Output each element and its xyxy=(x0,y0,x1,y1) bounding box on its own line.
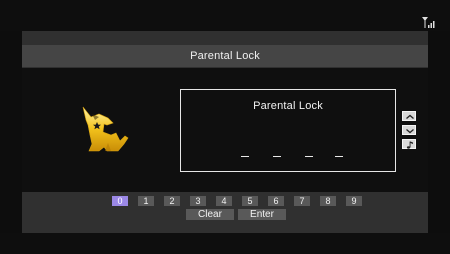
digit-key-5[interactable]: 5 xyxy=(242,196,258,206)
digit-key-1[interactable]: 1 xyxy=(138,196,154,206)
bottom-footer xyxy=(0,233,450,254)
digit-key-6[interactable]: 6 xyxy=(268,196,284,206)
chevron-down-icon xyxy=(406,129,414,134)
clear-button[interactable]: Clear xyxy=(186,209,234,220)
digit-key-2[interactable]: 2 xyxy=(164,196,180,206)
antenna-signal-icon xyxy=(422,16,436,28)
digit-key-8[interactable]: 8 xyxy=(320,196,336,206)
chevron-up-button[interactable] xyxy=(402,111,416,121)
digit-key-7[interactable]: 7 xyxy=(294,196,310,206)
page-title: Parental Lock xyxy=(22,45,428,67)
dog-mascot-icon xyxy=(78,104,136,156)
digit-key-3[interactable]: 3 xyxy=(190,196,206,206)
chevron-up-icon xyxy=(406,114,414,119)
pin-entry-title: Parental Lock xyxy=(253,100,323,112)
pin-slot xyxy=(335,156,343,157)
music-note-icon xyxy=(406,141,413,149)
music-note-button[interactable] xyxy=(402,139,416,149)
digit-key-4[interactable]: 4 xyxy=(216,196,232,206)
chevron-down-button[interactable] xyxy=(402,125,416,135)
enter-button[interactable]: Enter xyxy=(238,209,286,220)
top-status-bar xyxy=(0,0,450,31)
pin-slots xyxy=(181,152,395,160)
pin-slot xyxy=(241,156,249,157)
pin-slot xyxy=(273,156,281,157)
pin-entry-box: Parental Lock xyxy=(180,89,396,172)
pin-slot xyxy=(305,156,313,157)
digit-key-9[interactable]: 9 xyxy=(346,196,362,206)
digit-key-0[interactable]: 0 xyxy=(112,196,128,206)
